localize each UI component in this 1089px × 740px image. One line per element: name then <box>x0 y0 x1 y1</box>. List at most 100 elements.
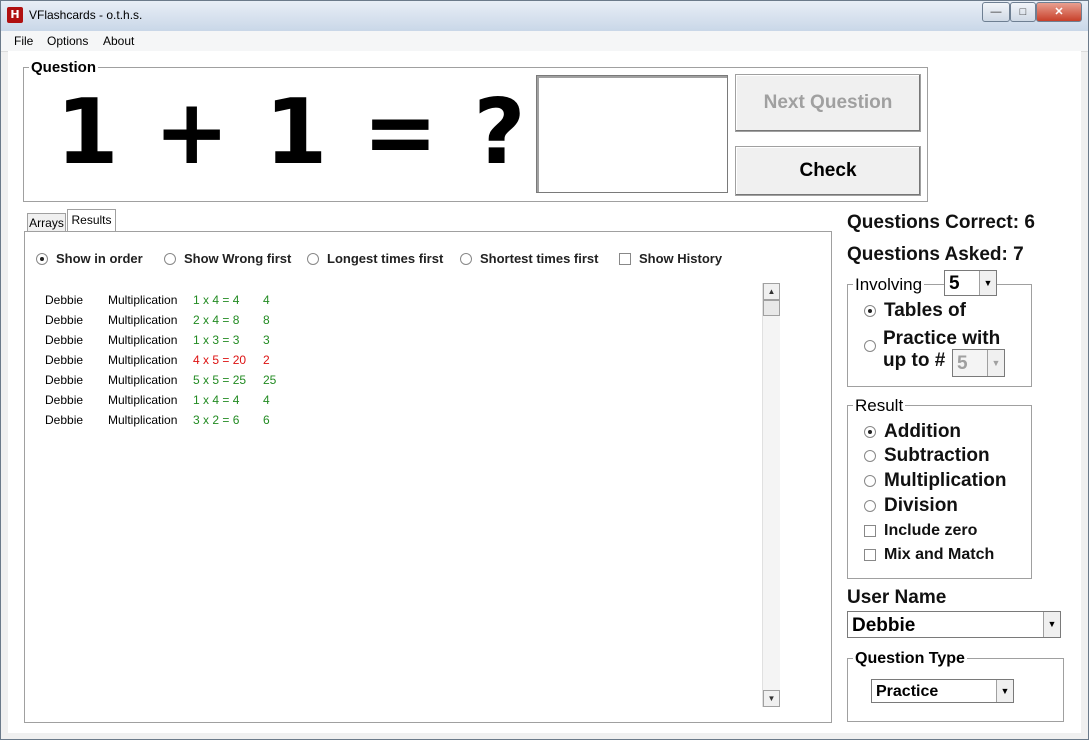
question-legend: Question <box>29 59 99 76</box>
result-answer: 4 <box>263 393 270 407</box>
radio-selected-icon <box>864 426 876 438</box>
scroll-down-icon[interactable]: ▼ <box>763 690 780 707</box>
radio-icon <box>307 252 319 265</box>
show-history-label: Show History <box>639 251 723 266</box>
tables-of-option[interactable]: Tables of <box>864 300 966 322</box>
radio-icon <box>864 500 876 512</box>
result-answer: 4 <box>263 293 270 307</box>
multiplication-label: Multiplication <box>884 470 1007 491</box>
practice-upto-label: up to # <box>883 350 946 371</box>
involving-legend: Involving <box>853 275 925 295</box>
checkbox-icon <box>864 549 876 561</box>
tab-arrays[interactable]: Arrays <box>27 213 66 232</box>
longest-times-first-option[interactable]: Longest times first <box>307 251 443 266</box>
radio-icon <box>460 252 472 265</box>
mix-and-match-checkbox[interactable]: Mix and Match <box>864 546 994 564</box>
addition-label: Addition <box>884 421 962 442</box>
result-user-name: Debbie <box>45 313 84 327</box>
user-name-value: Debbie <box>852 615 916 636</box>
subtraction-label: Subtraction <box>884 445 990 466</box>
chevron-down-icon: ▼ <box>987 350 1004 376</box>
checkbox-icon <box>864 525 876 537</box>
practice-upto-select[interactable]: 5 ▼ <box>952 349 1005 377</box>
addition-option[interactable]: Addition <box>864 421 961 443</box>
tab-results[interactable]: Results <box>67 209 116 232</box>
multiplication-option[interactable]: Multiplication <box>864 470 1006 492</box>
result-equation: 2 x 4 = 8 <box>193 313 240 327</box>
radio-icon <box>864 475 876 487</box>
show-in-order-option[interactable]: Show in order <box>36 251 143 266</box>
chevron-down-icon: ▼ <box>979 271 996 295</box>
radio-selected-icon <box>864 305 876 317</box>
radio-icon <box>864 340 876 352</box>
result-operation: Multiplication <box>108 333 178 347</box>
radio-selected-icon <box>36 252 48 265</box>
chevron-down-icon: ▼ <box>1043 612 1060 637</box>
title-bar[interactable]: H VFlashcards - o.t.h.s. — □ ✕ <box>1 1 1088 31</box>
menu-about[interactable]: About <box>103 34 134 48</box>
subtraction-option[interactable]: Subtraction <box>864 445 990 467</box>
radio-icon <box>864 450 876 462</box>
questions-asked: Questions Asked: 7 <box>847 244 1024 265</box>
checkbox-icon <box>619 252 631 265</box>
result-equation: 1 x 3 = 3 <box>193 333 240 347</box>
minimize-button[interactable]: — <box>982 2 1010 22</box>
result-user-name: Debbie <box>45 353 84 367</box>
show-history-checkbox[interactable]: Show History <box>619 251 722 266</box>
questions-correct: Questions Correct: 6 <box>847 212 1035 233</box>
window-title: VFlashcards - o.t.h.s. <box>29 8 143 22</box>
scroll-up-icon[interactable]: ▲ <box>763 283 780 300</box>
show-wrong-first-label: Show Wrong first <box>184 251 292 266</box>
app-icon: H <box>7 7 23 23</box>
results-scrollbar[interactable]: ▲ ▼ <box>762 283 780 707</box>
involving-value: 5 <box>949 273 960 294</box>
result-answer: 2 <box>263 353 270 367</box>
result-operation: Multiplication <box>108 293 178 307</box>
result-operation: Multiplication <box>108 393 178 407</box>
menu-bar: File Options About <box>1 31 1088 52</box>
question-type-value: Practice <box>876 683 939 700</box>
result-answer: 25 <box>263 373 277 387</box>
result-equation: 5 x 5 = 25 <box>193 373 247 387</box>
scroll-thumb[interactable] <box>763 300 780 316</box>
result-equation: 1 x 4 = 4 <box>193 293 240 307</box>
involving-select[interactable]: 5 ▼ <box>944 270 997 296</box>
check-button[interactable]: Check <box>735 146 921 196</box>
practice-with-option[interactable] <box>864 340 884 352</box>
next-question-button[interactable]: Next Question <box>735 74 921 132</box>
result-answer: 8 <box>263 313 270 327</box>
result-legend: Result <box>853 396 906 416</box>
radio-icon <box>164 252 176 265</box>
shortest-times-first-label: Shortest times first <box>480 251 599 266</box>
include-zero-label: Include zero <box>884 522 978 539</box>
result-operation: Multiplication <box>108 413 178 427</box>
question-equation: 1 + 1 = ? <box>56 80 528 185</box>
result-user-name: Debbie <box>45 333 84 347</box>
mix-and-match-label: Mix and Match <box>884 546 995 563</box>
result-user-name: Debbie <box>45 393 84 407</box>
user-name-select[interactable]: Debbie ▼ <box>847 611 1061 638</box>
show-in-order-label: Show in order <box>56 251 143 266</box>
division-option[interactable]: Division <box>864 495 958 517</box>
maximize-button[interactable]: □ <box>1010 2 1036 22</box>
division-label: Division <box>884 495 958 516</box>
include-zero-checkbox[interactable]: Include zero <box>864 522 977 540</box>
result-operation: Multiplication <box>108 353 178 367</box>
result-answer: 3 <box>263 333 270 347</box>
menu-options[interactable]: Options <box>47 34 88 48</box>
result-user-name: Debbie <box>45 293 84 307</box>
result-answer: 6 <box>263 413 270 427</box>
result-user-name: Debbie <box>45 373 84 387</box>
practice-with-label: Practice with <box>883 328 1001 349</box>
practice-upto-value: 5 <box>957 353 968 374</box>
result-equation: 4 x 5 = 20 <box>193 353 247 367</box>
chevron-down-icon: ▼ <box>996 680 1013 702</box>
close-button[interactable]: ✕ <box>1036 2 1082 22</box>
answer-input[interactable] <box>536 75 728 193</box>
user-name-label: User Name <box>847 587 947 608</box>
menu-file[interactable]: File <box>14 34 33 48</box>
result-equation: 3 x 2 = 6 <box>193 413 240 427</box>
question-type-select[interactable]: Practice ▼ <box>871 679 1014 703</box>
shortest-times-first-option[interactable]: Shortest times first <box>460 251 598 266</box>
show-wrong-first-option[interactable]: Show Wrong first <box>164 251 291 266</box>
